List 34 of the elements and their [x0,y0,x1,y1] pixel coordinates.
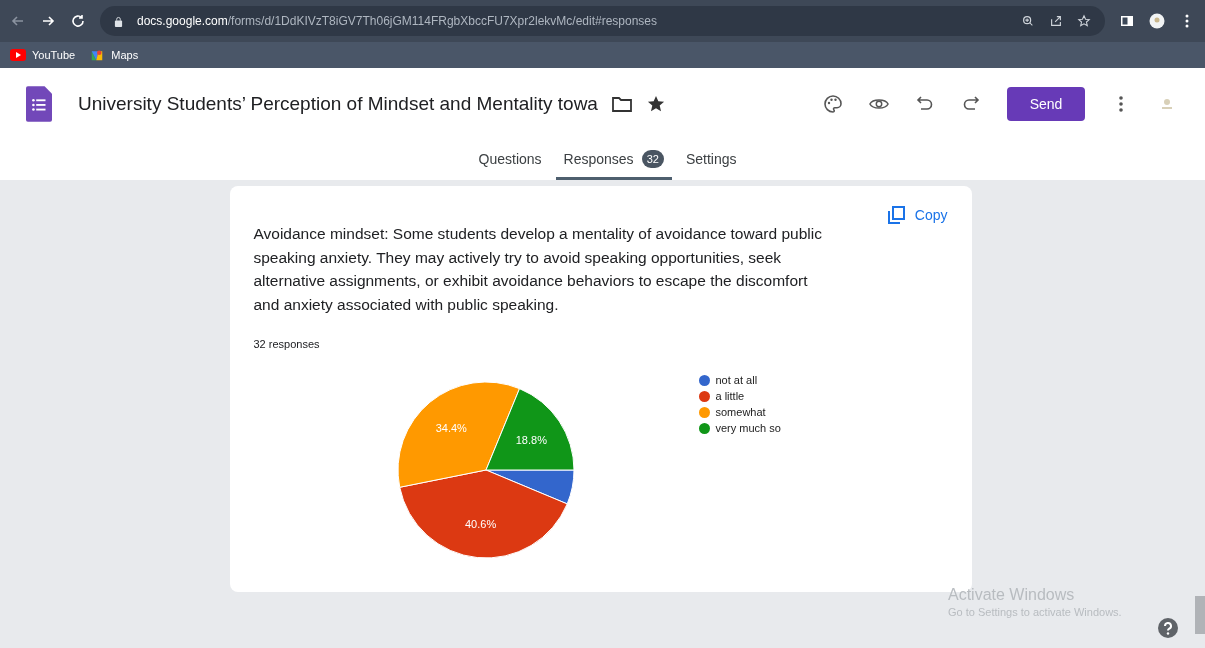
form-title[interactable]: University Students’ Perception of Mindset and Mentality towa [78,93,598,115]
legend-label: not at all [715,374,758,386]
response-count: 32 responses [253,338,321,350]
copy-icon [886,206,905,224]
slice-label: 18.8% [515,433,547,446]
count-badge: 32 [641,149,664,168]
question-text: Avoidance mindset: Some students develop a mentality of avoidance toward public speaking anxiety. They may actively try to avoid speaking opportunities, seek alternative assignments, or exhibit avoidance behaviors to escape the discomfort and anxiety associated with public speaking. [253,224,823,315]
star-icon[interactable] [1077,14,1091,28]
legend-label: very much so [715,422,781,434]
bookmark[interactable]: YouTube [10,49,76,61]
slice-label: 34.4% [435,421,467,434]
scrollbar-thumb[interactable] [1195,596,1205,634]
legend-label: somewhat [715,406,766,418]
copy-button[interactable]: Copy [886,206,948,224]
share-icon[interactable] [1049,14,1063,28]
zoom-icon[interactable] [1021,14,1035,28]
forms-logo-icon[interactable] [26,86,52,122]
tab[interactable]: Questions [470,140,550,180]
tab[interactable]: Settings [677,140,745,180]
folder-icon[interactable] [611,95,632,113]
help-icon[interactable] [1158,618,1178,638]
bookmark[interactable]: Maps [89,49,139,61]
tab[interactable]: Responses 32 [555,140,672,180]
reload-icon[interactable] [70,13,86,29]
side-panel-icon[interactable] [1119,13,1135,29]
play-icon [10,49,26,61]
lock-icon [114,15,123,27]
send-button[interactable]: Send [1007,87,1085,121]
avatar-icon[interactable] [1149,13,1165,29]
legend-label: a little [715,390,745,402]
slice-label: 40.6% [464,518,496,531]
palette-icon[interactable] [823,94,843,114]
address-bar[interactable]: docs.google.com/forms/d/1DdKIVzT8iGV7Th06jGM114FRgbXbccFU7Xpr2lekvMc/edit#responses [100,6,1105,36]
url-text: docs.google.com/forms/d/1DdKIVzT8iGV7Th06jGM114FRgbXbccFU7Xpr2lekvMc/edit#responses [137,14,658,28]
